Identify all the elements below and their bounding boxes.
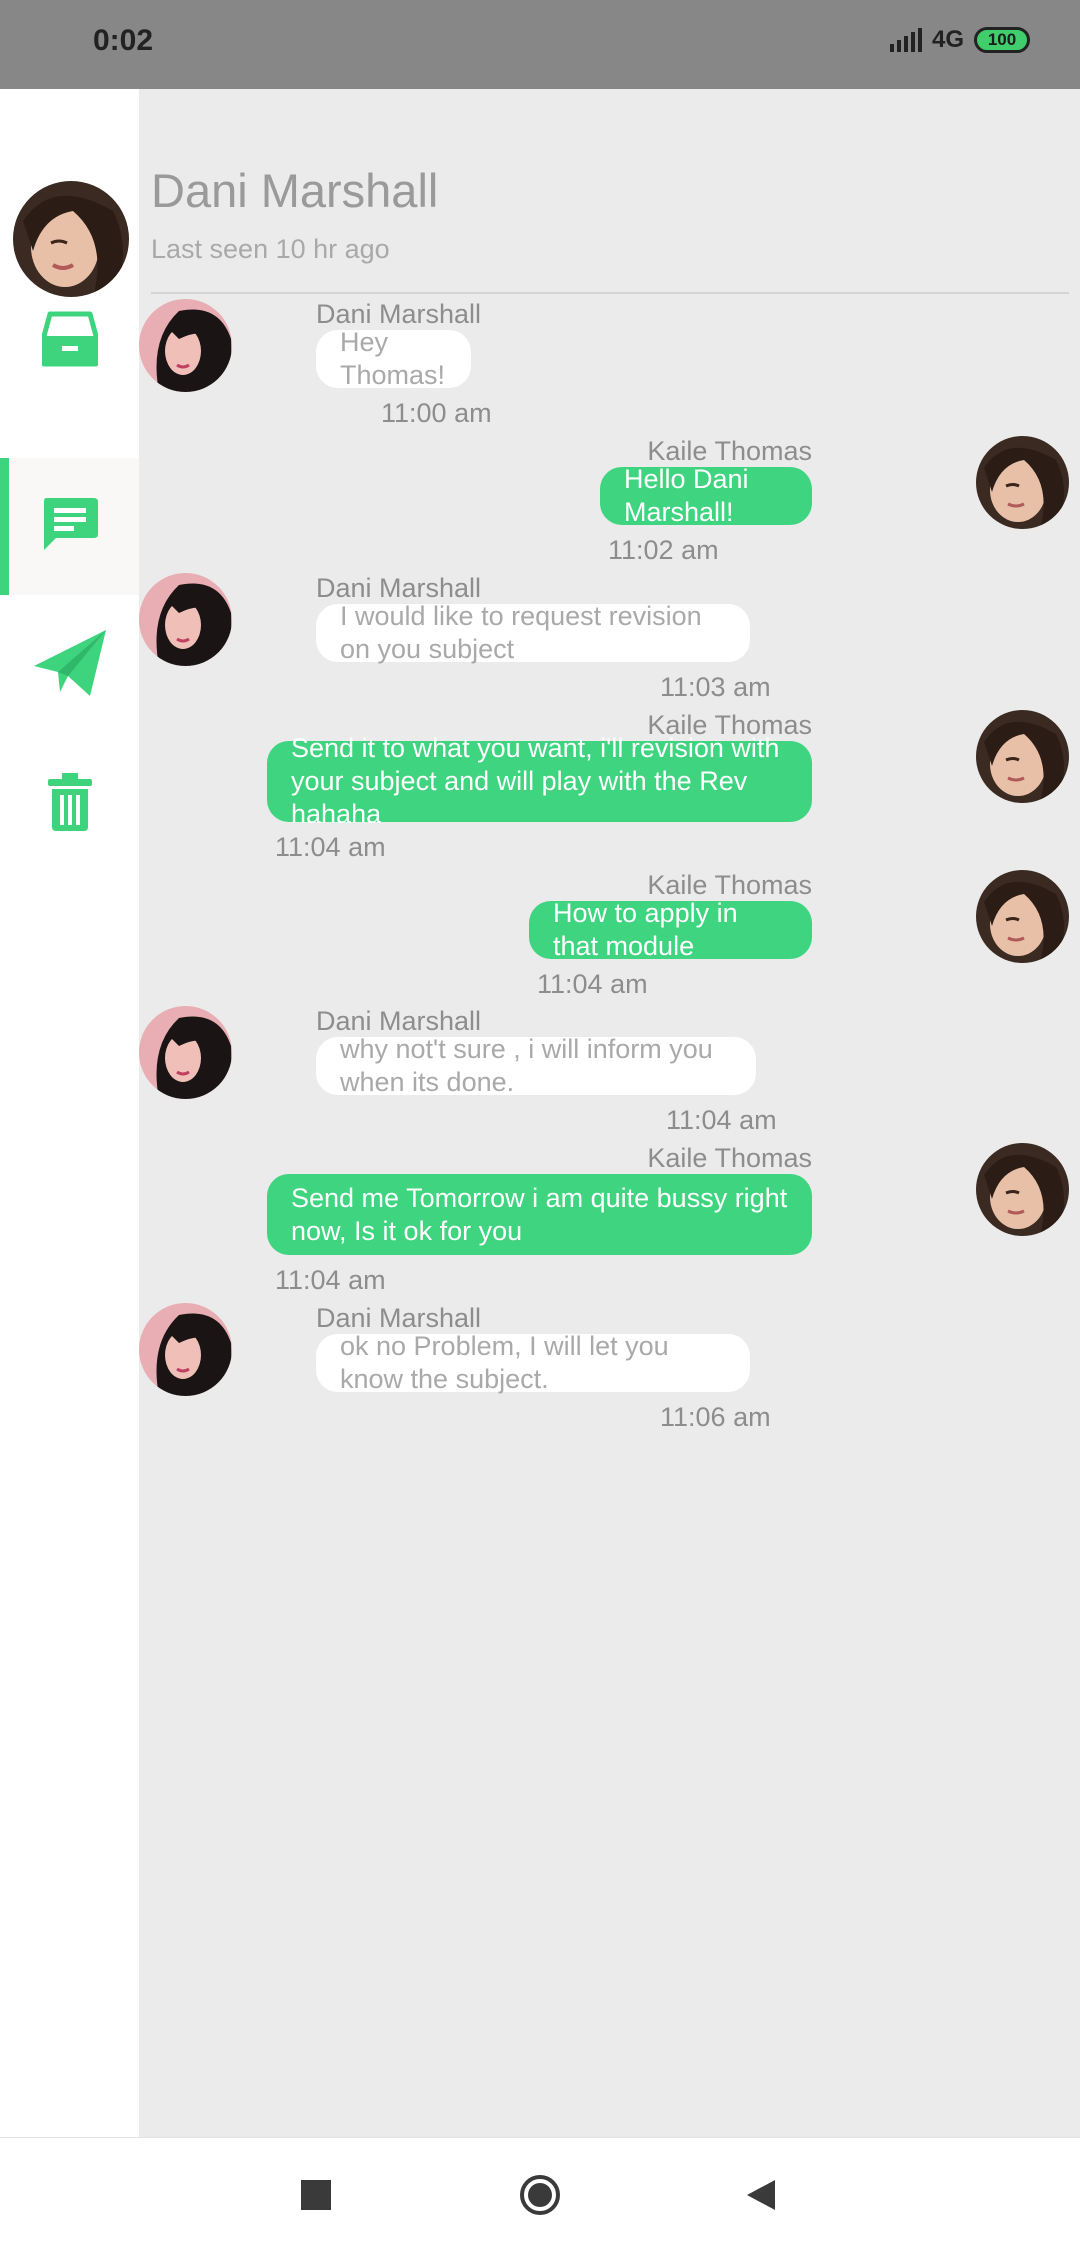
message-time: 11:02 am — [608, 535, 719, 565]
signal-icon — [889, 28, 922, 52]
header-divider — [151, 292, 1069, 294]
message-time: 11:03 am — [660, 672, 771, 702]
user-avatar[interactable] — [976, 710, 1069, 803]
sidebar-item-sent[interactable] — [0, 597, 139, 734]
status-bar: 0:02 4G 100 — [0, 0, 1080, 89]
user-avatar[interactable] — [976, 436, 1069, 529]
message-bubble[interactable]: Hello Dani Marshall! — [600, 464, 812, 527]
message-time: 11:04 am — [537, 969, 648, 999]
contact-avatar[interactable] — [139, 573, 232, 666]
message-sender: Kaile Thomas — [647, 1143, 812, 1173]
message-bubble[interactable]: why not't sure , i will inform you when … — [316, 1034, 756, 1097]
sidebar-item-trash[interactable] — [0, 736, 139, 873]
battery-icon: 100 — [974, 27, 1030, 53]
last-seen-status: Last seen 10 hr ago — [151, 234, 390, 264]
contact-avatar[interactable] — [139, 1006, 232, 1099]
message-bubble[interactable]: I would like to request revision on you … — [316, 601, 750, 664]
contact-name: Dani Marshall — [151, 164, 439, 217]
sidebar-item-chat[interactable] — [0, 458, 139, 595]
status-time: 0:02 — [93, 24, 154, 57]
message-bubble[interactable]: ok no Problem, I will let you know the s… — [316, 1331, 750, 1394]
battery-level: 100 — [987, 30, 1017, 49]
message-time: 11:00 am — [381, 398, 492, 428]
system-nav-bar — [0, 2137, 1080, 2246]
recents-button[interactable] — [301, 2180, 331, 2215]
contact-avatar[interactable] — [139, 299, 232, 392]
home-button[interactable] — [519, 2174, 561, 2221]
contact-avatar[interactable] — [139, 1303, 232, 1396]
message-time: 11:04 am — [275, 1265, 386, 1295]
message-bubble[interactable]: How to apply in that module — [529, 898, 812, 961]
status-indicators: 4G 100 — [889, 26, 1030, 54]
message-time: 11:04 am — [275, 832, 386, 862]
inbox-icon — [41, 310, 98, 373]
user-avatar[interactable] — [976, 1143, 1069, 1236]
back-button[interactable] — [745, 2178, 777, 2217]
sidebar-item-inbox[interactable] — [0, 273, 139, 410]
message-time: 11:04 am — [666, 1105, 777, 1135]
chat-panel: Dani Marshall Last seen 10 hr ago Dani M… — [139, 89, 1080, 2137]
network-type: 4G — [931, 26, 964, 53]
chat-icon — [40, 496, 100, 557]
message-bubble[interactable]: Send it to what you want, i'll revision … — [267, 733, 812, 829]
message-bubble[interactable]: Send me Tomorrow i am quite bussy right … — [267, 1174, 812, 1255]
trash-icon — [47, 773, 92, 836]
sidebar — [0, 89, 139, 2137]
user-avatar[interactable] — [976, 870, 1069, 963]
message-time: 11:06 am — [660, 1402, 771, 1432]
message-bubble[interactable]: Hey Thomas! — [316, 327, 471, 390]
send-icon — [32, 628, 108, 703]
